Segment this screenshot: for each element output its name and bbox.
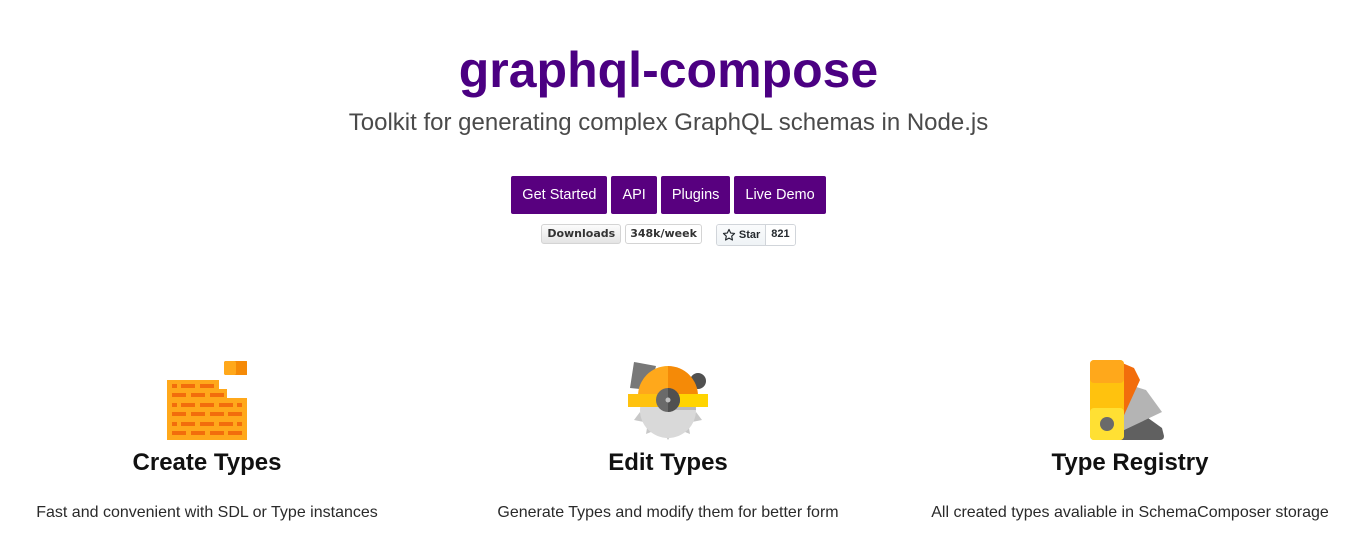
star-count[interactable]: 821	[766, 225, 795, 245]
star-label: Star	[738, 229, 761, 241]
star-icon	[722, 228, 736, 241]
feature-title: Create Types	[132, 449, 282, 476]
project-title: graphql-compose	[458, 42, 879, 98]
feature-title: Type Registry	[1051, 449, 1209, 476]
feature-type-registry: Type Registry All created types avaliabl…	[910, 360, 1350, 521]
get-started-button[interactable]: Get Started	[511, 176, 608, 214]
badge-row: Downloads 348k/week Star 821	[0, 224, 1337, 246]
live-demo-button[interactable]: Live Demo	[734, 176, 826, 214]
feature-description: All created types avaliable in SchemaCom…	[931, 504, 1329, 521]
landing-page: graphql-compose Toolkit for generating c…	[0, 0, 1367, 559]
feature-title: Edit Types	[608, 449, 728, 476]
project-tagline: Toolkit for generating complex GraphQL s…	[348, 109, 989, 136]
downloads-badge-value: 348k/week	[625, 224, 702, 244]
hero-button-row: Get Started API Plugins Live Demo	[0, 176, 1337, 214]
feature-edit-types: Edit Types Generate Types and modify the…	[448, 360, 888, 521]
feature-description: Fast and convenient with SDL or Type ins…	[36, 504, 378, 521]
feature-create-types: Create Types Fast and convenient with SD…	[0, 360, 427, 521]
feature-description: Generate Types and modify them for bette…	[497, 504, 839, 521]
plugins-button[interactable]: Plugins	[660, 176, 731, 214]
color-swatch-icon	[1090, 360, 1164, 440]
circular-saw-icon	[628, 362, 708, 440]
downloads-badge-label: Downloads	[541, 224, 622, 244]
github-star-badge[interactable]: Star 821	[715, 224, 796, 246]
brick-wall-icon	[167, 361, 247, 440]
npm-downloads-badge[interactable]: Downloads 348k/week	[541, 224, 702, 244]
api-button[interactable]: API	[611, 176, 657, 214]
github-star-button[interactable]: Star	[716, 225, 767, 245]
